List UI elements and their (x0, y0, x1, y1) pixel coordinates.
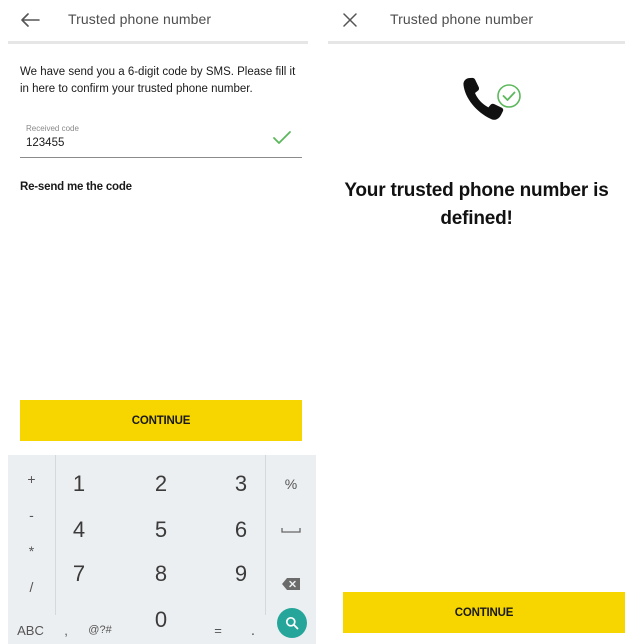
backspace-icon[interactable] (266, 571, 316, 597)
key-8[interactable]: 8 (136, 559, 186, 589)
key-9[interactable]: 9 (216, 559, 266, 589)
continue-button[interactable]: CONTINUE (343, 592, 625, 633)
arrow-left-icon[interactable] (18, 8, 42, 32)
key-6[interactable]: 6 (216, 515, 266, 545)
key-7[interactable]: 7 (56, 559, 102, 589)
key-comma[interactable]: , (55, 619, 77, 641)
key-plus[interactable]: + (8, 465, 55, 493)
key-3[interactable]: 3 (216, 469, 266, 499)
success-screen: Trusted phone number Your trusted phone … (328, 0, 625, 644)
phone-check-icon (458, 74, 524, 124)
field-label: Received code (26, 124, 79, 133)
space-bar-icon[interactable] (266, 517, 316, 543)
key-1[interactable]: 1 (56, 469, 102, 499)
continue-button[interactable]: CONTINUE (20, 400, 302, 441)
key-slash[interactable]: / (8, 573, 55, 601)
key-5[interactable]: 5 (136, 515, 186, 545)
resend-code-link[interactable]: Re-send me the code (20, 181, 132, 193)
key-dot[interactable]: . (242, 619, 264, 641)
check-icon (272, 130, 292, 146)
key-abc[interactable]: ABC (8, 619, 53, 641)
app-bar: Trusted phone number (328, 0, 625, 44)
close-icon[interactable] (338, 8, 362, 32)
numeric-keypad: + - * / 1 2 3 4 5 6 7 8 9 % ABC , @?# 0 … (8, 455, 316, 644)
field-value[interactable]: 123455 (26, 137, 64, 149)
key-0[interactable]: 0 (136, 605, 186, 635)
search-icon[interactable] (277, 608, 307, 638)
key-minus[interactable]: - (8, 501, 55, 529)
key-alt-symbols[interactable]: @?# (80, 619, 120, 641)
app-bar: Trusted phone number (8, 0, 308, 44)
instruction-text: We have send you a 6-digit code by SMS. … (20, 66, 296, 95)
key-percent[interactable]: % (266, 469, 316, 499)
success-message: Your trusted phone number is defined! (344, 180, 609, 229)
page-title: Trusted phone number (68, 11, 212, 27)
key-4[interactable]: 4 (56, 515, 102, 545)
key-equals[interactable]: = (206, 619, 230, 641)
received-code-field[interactable]: Received code 123455 (20, 120, 302, 158)
key-2[interactable]: 2 (136, 469, 186, 499)
code-entry-screen: Trusted phone number We have send you a … (0, 0, 316, 644)
key-times[interactable]: * (8, 537, 55, 565)
page-title: Trusted phone number (390, 11, 534, 27)
